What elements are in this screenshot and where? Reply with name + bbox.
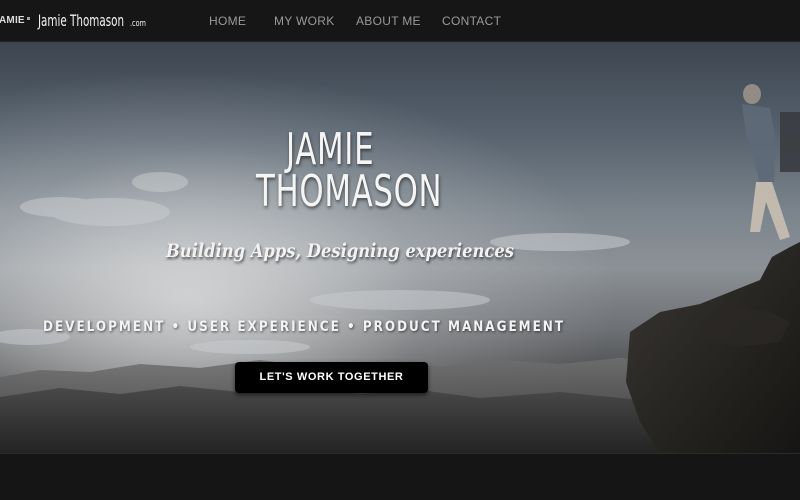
nav-link-contact[interactable]: CONTACT [442,14,501,28]
nav-link-about-me[interactable]: ABOUT ME [356,14,421,28]
apostrophe-mark-icon [26,17,30,20]
brand-tld: .com [129,19,146,29]
page: AMIE Jamie Thomason .com HOME MY WORK ABO… [0,0,800,500]
hero-title: Jamie Thomason [256,128,443,217]
bottom-band [0,453,800,500]
partial-brand-label: AMIE [0,15,25,26]
navbar: AMIE Jamie Thomason .com HOME MY WORK ABO… [0,0,800,42]
nav-link-my-work[interactable]: MY WORK [274,14,335,28]
hero-section: Jamie Thomason Building Apps, Designing … [0,42,800,453]
nav-link-home[interactable]: HOME [209,14,246,28]
hero-title-last: Thomason [256,166,443,217]
hero-services: DEVELOPMENT • USER EXPERIENCE • PRODUCT … [43,319,566,335]
brand-logo-link[interactable]: Jamie Thomason .com [38,10,149,32]
brand-name: Jamie Thomason [38,11,125,30]
lets-work-together-button[interactable]: LET'S WORK TOGETHER [235,362,428,393]
partial-brand-text: AMIE [0,15,30,26]
hero-tagline: Building Apps, Designing experiences [166,240,514,262]
